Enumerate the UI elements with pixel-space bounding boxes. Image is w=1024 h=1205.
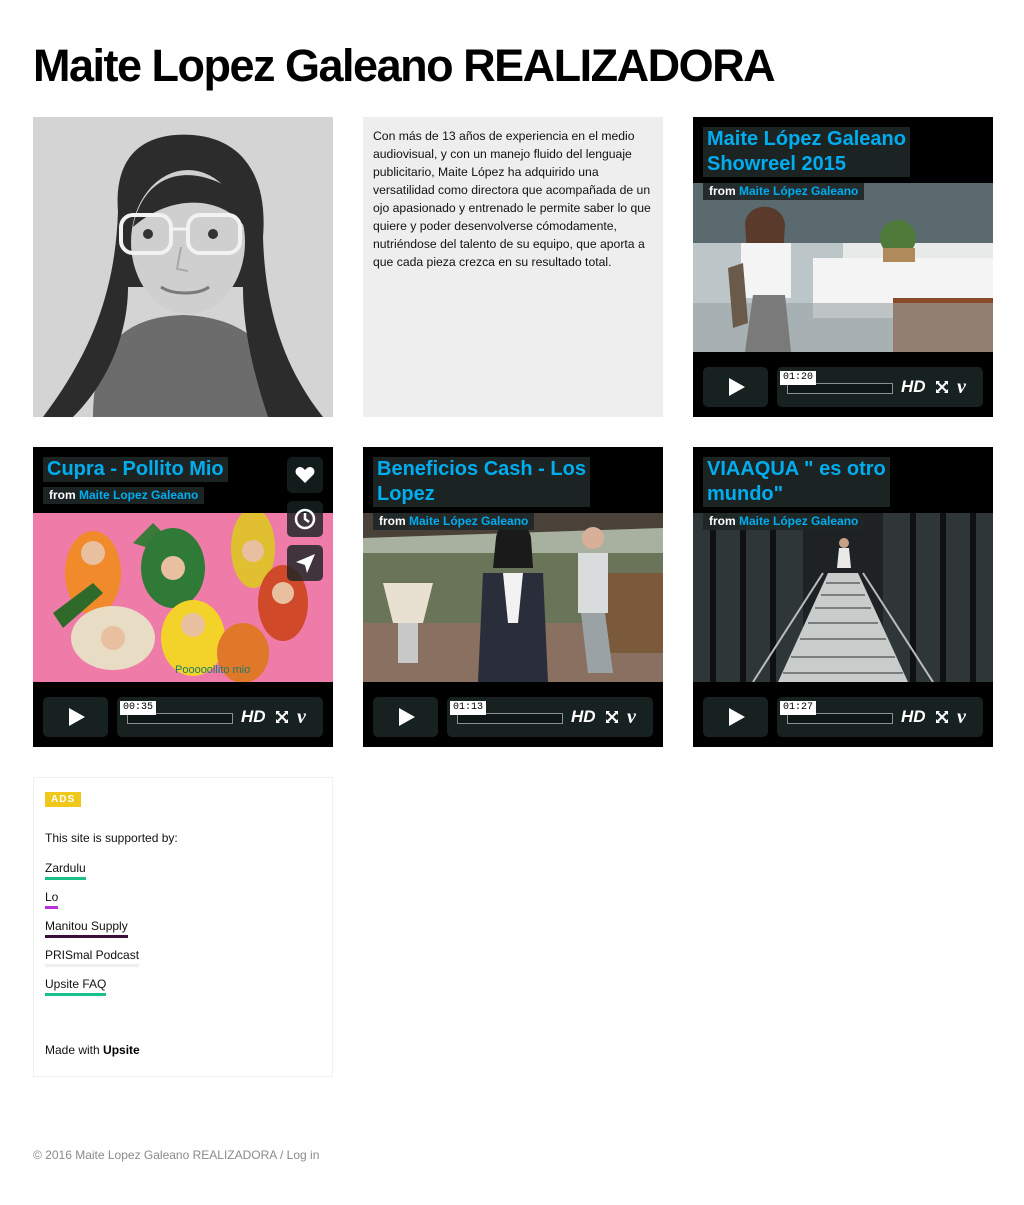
copyright-text: © 2016 Maite Lopez Galeano REALIZADORA: [33, 1148, 277, 1162]
play-button[interactable]: [43, 697, 108, 737]
footer-separator: /: [279, 1148, 284, 1162]
fullscreen-icon[interactable]: [275, 710, 289, 724]
video-title[interactable]: VIAAQUA " es otro mundo": [703, 457, 890, 507]
play-icon: [728, 708, 745, 726]
play-icon: [398, 708, 415, 726]
made-with: Made with Upsite: [45, 1043, 140, 1057]
video-byline: from Maite López Galeano: [703, 513, 865, 530]
sponsor-link-zardulu[interactable]: Zardulu: [45, 861, 86, 880]
player-controls: 00:35 HD v: [43, 697, 323, 737]
vimeo-icon[interactable]: v: [297, 707, 306, 727]
video-player-beneficios[interactable]: Beneficios Cash - Los Lopez from Maite L…: [363, 447, 663, 747]
upsite-link[interactable]: Upsite: [103, 1043, 140, 1057]
portrait-image: [33, 117, 333, 417]
hd-button[interactable]: HD: [901, 707, 926, 727]
bio-text: Con más de 13 años de experiencia en el …: [373, 129, 651, 269]
video-title-line[interactable]: Lopez: [377, 482, 586, 507]
player-controls: 01:20 HD v: [703, 367, 983, 407]
video-title-line[interactable]: Showreel 2015: [707, 152, 906, 177]
sponsor-link-lo[interactable]: Lo: [45, 890, 59, 909]
playbar: 00:35 HD v: [117, 697, 323, 737]
video-byline: from Maite Lopez Galeano: [43, 487, 205, 504]
play-button[interactable]: [703, 367, 768, 407]
player-controls: 01:27 HD v: [703, 697, 983, 737]
progress-bar[interactable]: 00:35: [120, 701, 233, 724]
vimeo-icon[interactable]: v: [957, 377, 966, 397]
hd-button[interactable]: HD: [241, 707, 266, 727]
video-thumbnail[interactable]: [693, 183, 993, 352]
heart-icon: [295, 467, 315, 483]
byline-prefix: from: [49, 488, 76, 502]
vimeo-icon[interactable]: v: [957, 707, 966, 727]
vimeo-icon[interactable]: v: [627, 707, 636, 727]
video-player-viaaqua[interactable]: VIAAQUA " es otro mundo" from Maite Lópe…: [693, 447, 993, 747]
playbar: 01:20 HD v: [777, 367, 983, 407]
thumbnail-caption: Pooooollito mio: [175, 664, 250, 676]
made-with-prefix: Made with: [45, 1043, 100, 1057]
ads-intro: This site is supported by:: [45, 831, 178, 845]
bio-panel: Con más de 13 años de experiencia en el …: [363, 117, 663, 417]
video-thumbnail[interactable]: [363, 513, 663, 682]
sponsor-link-prismal-podcast[interactable]: PRISmal Podcast: [45, 948, 140, 967]
playbar: 01:13 HD v: [447, 697, 653, 737]
hd-button[interactable]: HD: [901, 377, 926, 397]
byline-prefix: from: [379, 514, 406, 528]
video-title-line[interactable]: VIAAQUA " es otro: [707, 457, 886, 482]
progress-bar[interactable]: 01:20: [780, 371, 893, 394]
video-byline: from Maite López Galeano: [703, 183, 865, 200]
sponsor-link-manitou-supply[interactable]: Manitou Supply: [45, 919, 128, 938]
share-button[interactable]: [287, 545, 323, 581]
owner-link[interactable]: Maite Lopez Galeano: [79, 488, 198, 502]
play-icon: [728, 378, 745, 396]
video-byline: from Maite López Galeano: [373, 513, 535, 530]
video-thumbnail[interactable]: [693, 513, 993, 682]
ads-badge: ADS: [45, 792, 82, 807]
footer: © 2016 Maite Lopez Galeano REALIZADORA /…: [33, 1148, 319, 1162]
fullscreen-icon[interactable]: [605, 710, 619, 724]
login-link[interactable]: Log in: [287, 1148, 320, 1162]
video-title-line[interactable]: Cupra - Pollito Mio: [47, 457, 224, 482]
video-player-showreel[interactable]: Maite López Galeano Showreel 2015 from M…: [693, 117, 993, 417]
sponsor-link-upsite-faq[interactable]: Upsite FAQ: [45, 977, 107, 996]
play-button[interactable]: [703, 697, 768, 737]
owner-link[interactable]: Maite López Galeano: [739, 514, 858, 528]
progress-bar[interactable]: 01:13: [450, 701, 563, 724]
side-actions: [287, 457, 323, 589]
timecode: 01:27: [780, 701, 817, 715]
play-icon: [68, 708, 85, 726]
player-controls: 01:13 HD v: [373, 697, 653, 737]
playbar: 01:27 HD v: [777, 697, 983, 737]
video-title-line[interactable]: Beneficios Cash - Los: [377, 457, 586, 482]
hd-button[interactable]: HD: [571, 707, 596, 727]
timecode: 00:35: [120, 701, 157, 715]
fullscreen-icon[interactable]: [935, 380, 949, 394]
timecode: 01:20: [780, 371, 817, 385]
video-title-line[interactable]: mundo": [707, 482, 886, 507]
clock-icon: [294, 508, 316, 530]
video-title[interactable]: Maite López Galeano Showreel 2015: [703, 127, 910, 177]
site-title[interactable]: Maite Lopez Galeano REALIZADORA: [33, 40, 776, 92]
progress-bar[interactable]: 01:27: [780, 701, 893, 724]
owner-link[interactable]: Maite López Galeano: [409, 514, 528, 528]
watch-later-button[interactable]: [287, 501, 323, 537]
video-title[interactable]: Cupra - Pollito Mio: [43, 457, 228, 482]
owner-link[interactable]: Maite López Galeano: [739, 184, 858, 198]
byline-prefix: from: [709, 184, 736, 198]
fullscreen-icon[interactable]: [935, 710, 949, 724]
send-icon: [296, 554, 315, 573]
video-title-line[interactable]: Maite López Galeano: [707, 127, 906, 152]
ads-panel: ADS This site is supported by: Zardulu L…: [33, 777, 333, 1077]
video-player-cupra[interactable]: Pooooollito mio Cupra - Pollito Mio from…: [33, 447, 333, 747]
play-button[interactable]: [373, 697, 438, 737]
byline-prefix: from: [709, 514, 736, 528]
video-title[interactable]: Beneficios Cash - Los Lopez: [373, 457, 590, 507]
like-button[interactable]: [287, 457, 323, 493]
timecode: 01:13: [450, 701, 487, 715]
